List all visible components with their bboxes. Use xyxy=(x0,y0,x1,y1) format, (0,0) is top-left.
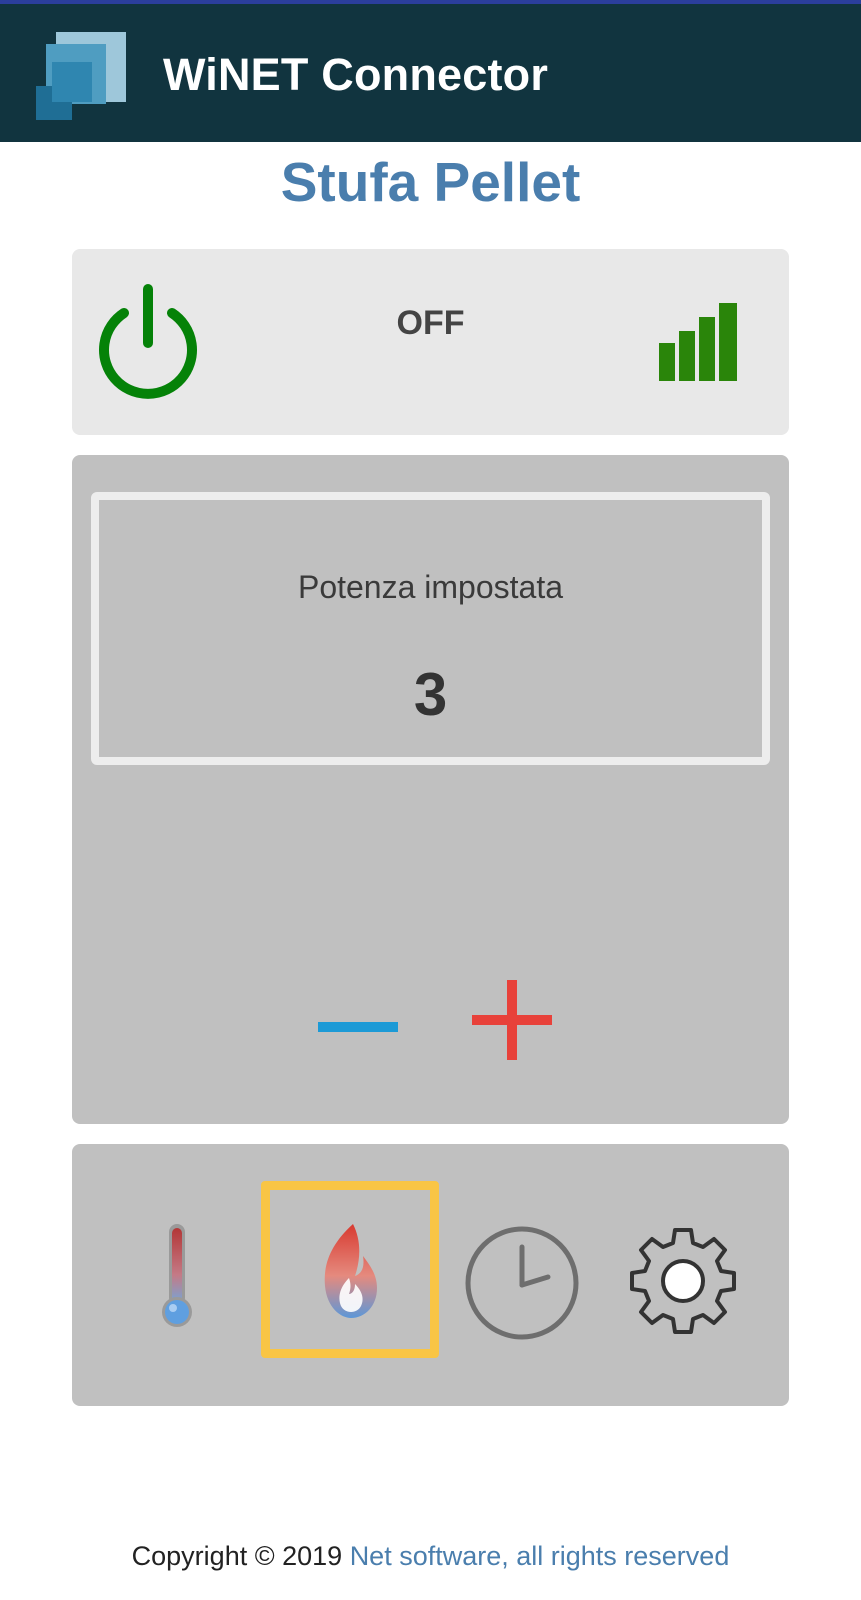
nav-settings[interactable] xyxy=(624,1222,742,1340)
nav-temperature[interactable] xyxy=(152,1220,202,1332)
status-card: OFF xyxy=(72,249,789,435)
app-title: WiNET Connector xyxy=(163,49,549,100)
thermometer-icon xyxy=(162,1224,192,1327)
app-bar: WiNET Connector xyxy=(0,4,861,142)
signal-strength-icon xyxy=(659,303,737,381)
nav-schedule[interactable] xyxy=(464,1225,580,1341)
power-display: Potenza impostata 3 xyxy=(91,492,770,765)
clock-icon xyxy=(465,1226,579,1340)
plus-icon xyxy=(472,980,552,1060)
nav-power[interactable] xyxy=(261,1181,439,1358)
page-title: Stufa Pellet xyxy=(280,151,581,213)
copyright-text: Copyright © 2019 xyxy=(131,1541,350,1571)
increase-power-button[interactable] xyxy=(470,978,554,1062)
power-label: Potenza impostata xyxy=(297,569,564,605)
bottom-navigation xyxy=(72,1144,789,1406)
power-value: 3 xyxy=(413,661,448,728)
winet-logo-icon xyxy=(36,32,126,120)
flame-icon xyxy=(324,1224,377,1318)
minus-icon xyxy=(318,1022,398,1032)
decrease-power-button[interactable] xyxy=(316,1010,400,1044)
gear-icon xyxy=(630,1228,736,1334)
footer: Copyright © 2019 Net software, all right… xyxy=(0,1541,861,1572)
power-setting-card: Potenza impostata 3 xyxy=(72,455,789,1124)
company-link[interactable]: Net software, all rights reserved xyxy=(350,1541,730,1571)
